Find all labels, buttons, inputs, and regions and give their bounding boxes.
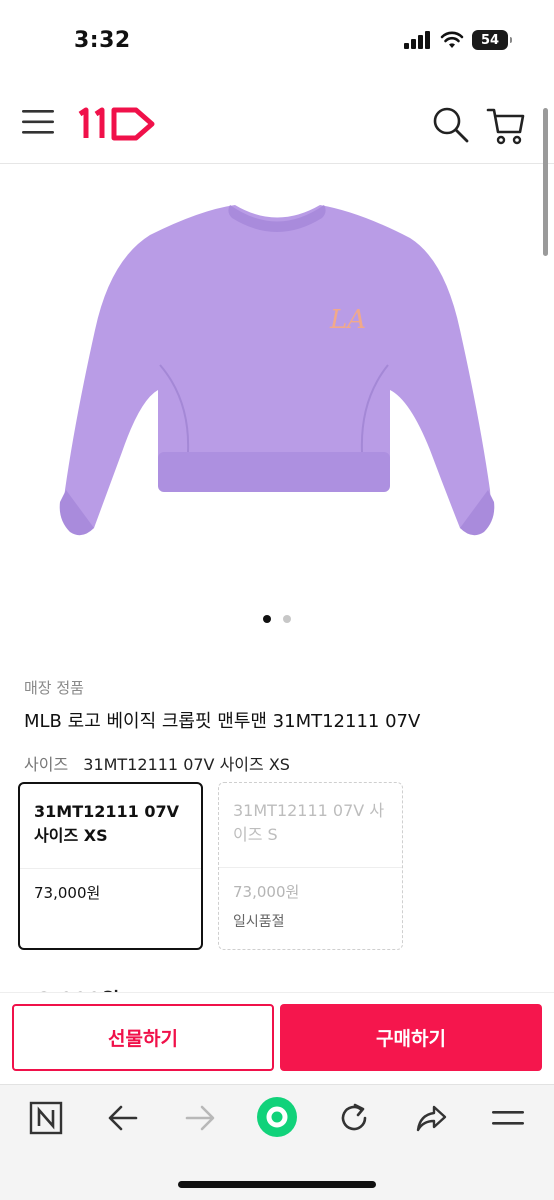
sold-out-status: 일시품절: [233, 914, 285, 930]
signal-icon: [404, 31, 430, 49]
gift-button[interactable]: 선물하기: [12, 1004, 274, 1071]
svg-text:LA: LA: [329, 305, 366, 335]
battery-indicator: 54: [472, 30, 512, 50]
carousel-dots: [0, 615, 554, 623]
total-price-partial: 73,000원: [24, 984, 120, 992]
forward-arrow-icon[interactable]: [183, 1101, 217, 1135]
option-price: 73,000원: [34, 884, 101, 902]
option-label: 사이즈: [24, 755, 69, 774]
size-option-s[interactable]: 31MT12111 07V 사이즈 S 73,000원 일시품절: [218, 782, 403, 950]
app-header: [0, 82, 554, 164]
back-arrow-icon[interactable]: [106, 1101, 140, 1135]
option-price: 73,000원: [233, 883, 300, 901]
option-selected-value: 31MT12111 07V 사이즈 XS: [83, 755, 290, 774]
naver-n-icon[interactable]: [29, 1101, 63, 1135]
reload-icon[interactable]: [337, 1101, 371, 1135]
status-bar: 3:32 54: [0, 0, 554, 82]
home-indicator: [178, 1181, 376, 1188]
wifi-icon: [440, 31, 464, 48]
scroll-indicator: [543, 108, 548, 256]
browser-menu-icon[interactable]: [491, 1101, 525, 1135]
carousel-dot-2[interactable]: [283, 615, 291, 623]
status-icons: 54: [404, 30, 512, 50]
size-option-xs[interactable]: 31MT12111 07V 사이즈 XS 73,000원: [18, 782, 203, 950]
authenticity-badge: 매장 정품: [24, 679, 84, 697]
hamburger-menu-icon[interactable]: [22, 108, 54, 136]
green-dot-icon[interactable]: [256, 1096, 298, 1138]
product-title: MLB 로고 베이직 크롭핏 맨투맨 31MT12111 07V: [24, 711, 421, 732]
share-icon[interactable]: [414, 1101, 448, 1135]
cart-icon[interactable]: [486, 106, 526, 146]
buy-button[interactable]: 구매하기: [280, 1004, 542, 1071]
option-name: 31MT12111 07V 사이즈 XS: [34, 802, 179, 845]
option-name: 31MT12111 07V 사이즈 S: [233, 801, 385, 844]
product-image[interactable]: LA: [30, 190, 524, 580]
status-time: 3:32: [74, 28, 131, 53]
purchase-action-bar: 선물하기 구매하기: [0, 992, 554, 1084]
search-icon[interactable]: [432, 106, 470, 144]
11st-logo[interactable]: [74, 104, 158, 144]
selected-option-row: 사이즈 31MT12111 07V 사이즈 XS: [24, 751, 290, 775]
carousel-dot-1[interactable]: [263, 615, 271, 623]
option-divider: [20, 868, 201, 869]
option-divider: [219, 867, 402, 868]
